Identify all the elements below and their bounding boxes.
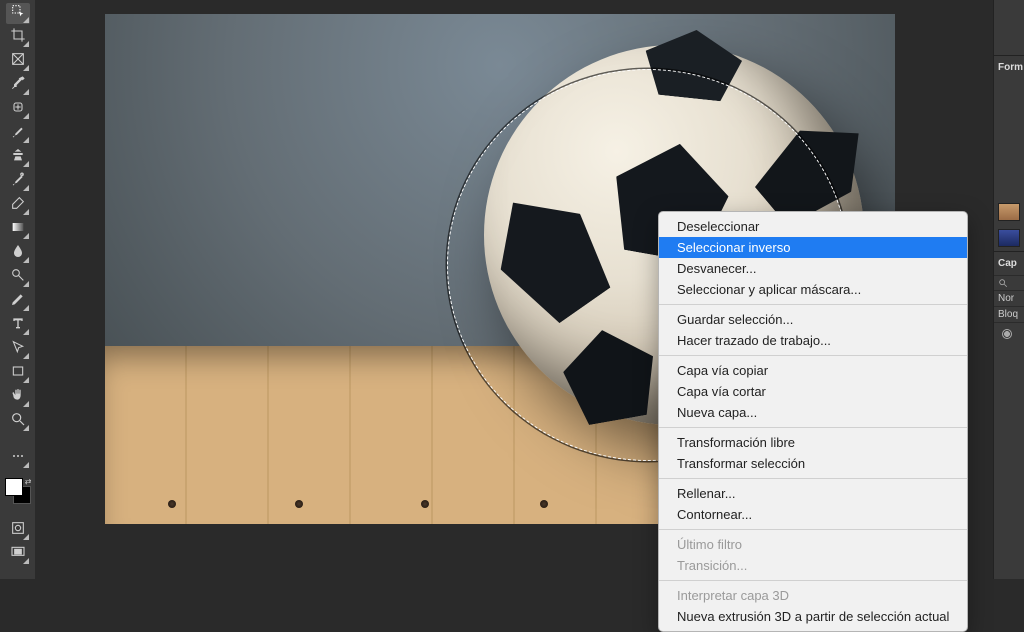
blur-tool[interactable]	[6, 243, 30, 264]
toolbar: ⇄	[0, 0, 35, 579]
eyedropper-icon	[10, 75, 26, 96]
blur-icon	[10, 243, 26, 264]
type-icon	[10, 315, 26, 336]
panel-thumbnail-1[interactable]	[998, 203, 1020, 221]
object-selection-tool[interactable]	[6, 3, 30, 24]
hand-icon	[10, 387, 26, 408]
panel-forms-tab[interactable]: Form	[994, 55, 1024, 79]
crop-tool[interactable]	[6, 27, 30, 48]
menu-item-transform-selection[interactable]: Transformar selección	[659, 453, 967, 474]
menu-item-last-filter: Último filtro	[659, 534, 967, 555]
menu-separator	[659, 427, 967, 428]
menu-item-layer-via-copy[interactable]: Capa vía copiar	[659, 360, 967, 381]
gradient-tool[interactable]	[6, 219, 30, 240]
path-selection-tool[interactable]	[6, 339, 30, 360]
menu-item-render-3d: Interpretar capa 3D	[659, 585, 967, 606]
context-menu: DeseleccionarSeleccionar inversoDesvanec…	[658, 211, 968, 632]
brush-icon	[10, 123, 26, 144]
menu-item-fade[interactable]: Desvanecer...	[659, 258, 967, 279]
screenmode-tool[interactable]	[6, 544, 30, 565]
layers-visibility[interactable]	[994, 322, 1024, 348]
menu-item-save-selection[interactable]: Guardar selección...	[659, 309, 967, 330]
menu-item-stroke[interactable]: Contornear...	[659, 504, 967, 525]
edit-toolbar[interactable]	[6, 448, 30, 469]
hand-tool[interactable]	[6, 387, 30, 408]
gradient-icon	[10, 219, 26, 240]
menu-item-new-3d-extrusion[interactable]: Nueva extrusión 3D a partir de selección…	[659, 606, 967, 627]
pen-tool[interactable]	[6, 291, 30, 312]
panel-thumbnail-2[interactable]	[998, 229, 1020, 247]
dodge-icon	[10, 267, 26, 288]
pen-icon	[10, 291, 26, 312]
eye-icon	[1002, 329, 1012, 339]
rectangle-icon	[10, 363, 26, 384]
edit-toolbar-icon	[10, 448, 26, 469]
screenmode-icon	[10, 544, 26, 565]
object-selection-icon	[10, 3, 26, 24]
history-brush-icon	[10, 171, 26, 192]
brush-tool[interactable]	[6, 123, 30, 144]
menu-item-select-inverse[interactable]: Seleccionar inverso	[659, 237, 967, 258]
clone-stamp-icon	[10, 147, 26, 168]
menu-separator	[659, 529, 967, 530]
layers-search[interactable]	[994, 275, 1024, 290]
menu-item-new-layer[interactable]: Nueva capa...	[659, 402, 967, 423]
color-swatches[interactable]: ⇄	[5, 478, 31, 504]
menu-item-fill[interactable]: Rellenar...	[659, 483, 967, 504]
zoom-tool[interactable]	[6, 411, 30, 432]
eraser-tool[interactable]	[6, 195, 30, 216]
workarea: DeseleccionarSeleccionar inversoDesvanec…	[35, 0, 1024, 579]
menu-item-free-transform[interactable]: Transformación libre	[659, 432, 967, 453]
eyedropper-tool[interactable]	[6, 75, 30, 96]
search-icon	[998, 278, 1008, 288]
layers-blend-mode[interactable]: Nor	[994, 290, 1024, 306]
crop-icon	[10, 27, 26, 48]
menu-item-make-work-path[interactable]: Hacer trazado de trabajo...	[659, 330, 967, 351]
swap-colors-icon[interactable]: ⇄	[25, 477, 32, 486]
right-panels: Form Cap Nor Bloq	[993, 0, 1024, 579]
menu-separator	[659, 478, 967, 479]
menu-separator	[659, 580, 967, 581]
healing-brush-tool[interactable]	[6, 99, 30, 120]
dodge-tool[interactable]	[6, 267, 30, 288]
menu-item-layer-via-cut[interactable]: Capa vía cortar	[659, 381, 967, 402]
frame-tool[interactable]	[6, 51, 30, 72]
path-selection-icon	[10, 339, 26, 360]
layers-lock[interactable]: Bloq	[994, 306, 1024, 322]
panel-layers-tab[interactable]: Cap	[994, 251, 1024, 275]
quickmask-tool[interactable]	[6, 520, 30, 541]
type-tool[interactable]	[6, 315, 30, 336]
history-brush-tool[interactable]	[6, 171, 30, 192]
clone-stamp-tool[interactable]	[6, 147, 30, 168]
menu-item-select-and-mask[interactable]: Seleccionar y aplicar máscara...	[659, 279, 967, 300]
rectangle-tool[interactable]	[6, 363, 30, 384]
quickmask-icon	[10, 520, 26, 541]
frame-icon	[10, 51, 26, 72]
foreground-color-swatch[interactable]	[5, 478, 23, 496]
menu-item-fade-filter: Transición...	[659, 555, 967, 576]
zoom-icon	[10, 411, 26, 432]
menu-item-deselect[interactable]: Deseleccionar	[659, 216, 967, 237]
menu-separator	[659, 304, 967, 305]
eraser-icon	[10, 195, 26, 216]
healing-brush-icon	[10, 99, 26, 120]
menu-separator	[659, 355, 967, 356]
